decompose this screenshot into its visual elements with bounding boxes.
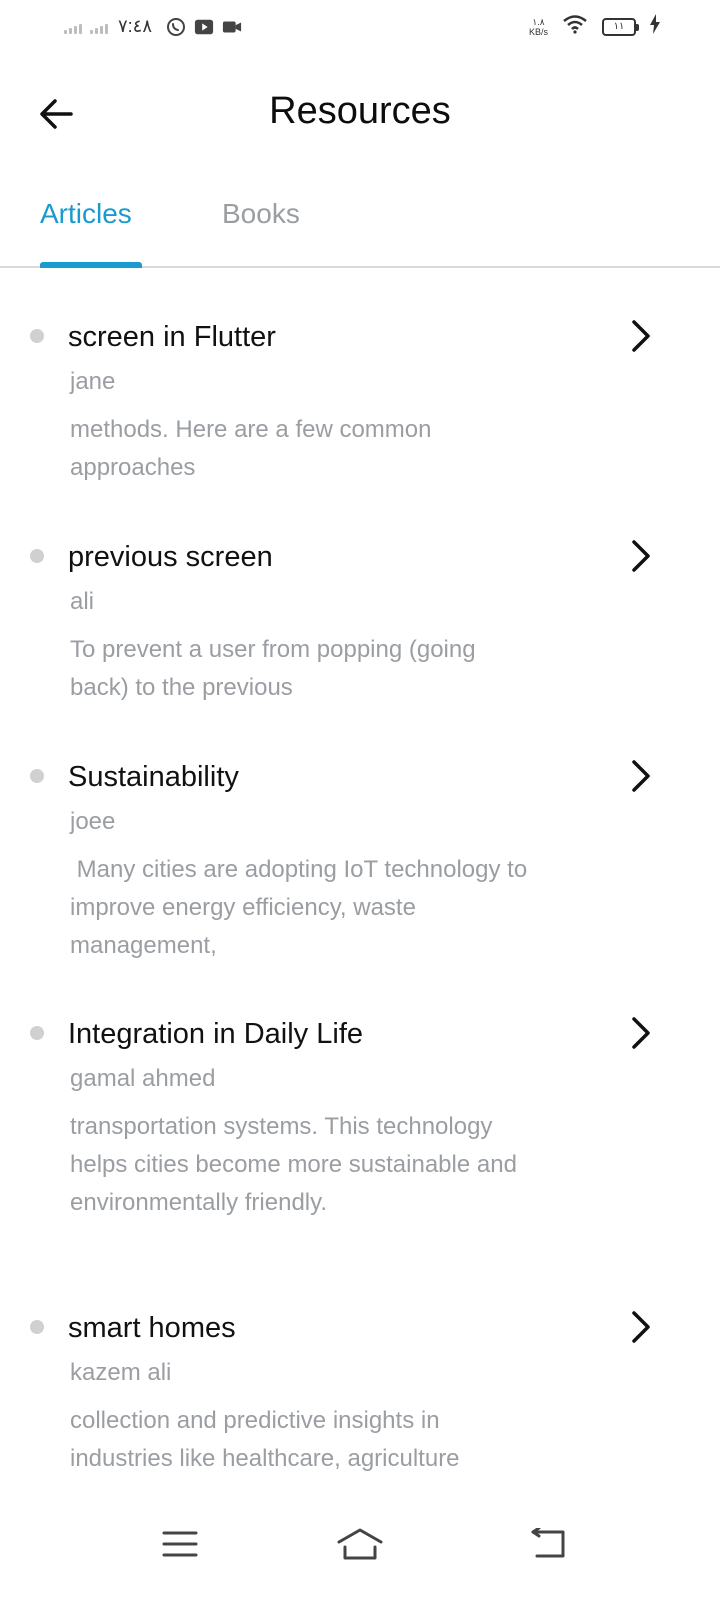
battery-level: ١١ (613, 21, 625, 32)
recent-apps-button[interactable] (156, 1520, 204, 1568)
article-author: ali (70, 588, 95, 615)
status-bar: ٧:٤٨ ١.٨ KB/s ١١ (0, 0, 720, 58)
article-description: Many cities are adopting IoT technology … (70, 856, 534, 959)
list-item[interactable]: screen in Flutter jane methods. Here are… (0, 300, 720, 520)
article-title: Integration in Daily Life (68, 1018, 363, 1050)
network-speed: ١.٨ KB/s (529, 17, 548, 37)
bullet-icon (30, 329, 44, 343)
chevron-right-icon[interactable] (618, 754, 662, 798)
chevron-right-icon[interactable] (618, 1305, 662, 1349)
bullet-icon (30, 1320, 44, 1334)
resources-screen: ٧:٤٨ ١.٨ KB/s ١١ Resources Articles Book… (0, 0, 720, 1600)
article-title: Sustainability (68, 761, 239, 793)
active-tab-indicator (40, 262, 142, 268)
article-author: kazem ali (70, 1359, 172, 1386)
page-title: Resources (269, 90, 451, 132)
article-title: smart homes (68, 1312, 236, 1344)
back-nav-icon (531, 1528, 565, 1558)
system-back-button[interactable] (524, 1520, 572, 1568)
chevron-right-icon[interactable] (618, 1011, 662, 1055)
article-description: collection and predictive insights in in… (70, 1407, 460, 1472)
network-speed-unit: KB/s (528, 26, 548, 37)
article-description: transportation systems. This technology … (70, 1113, 524, 1216)
bullet-icon (30, 769, 44, 783)
chevron-right-icon[interactable] (618, 534, 662, 578)
article-title: previous screen (68, 541, 273, 573)
status-left: ٧:٤٨ (64, 16, 242, 37)
tab-bar: Articles Books (0, 186, 720, 268)
article-title: screen in Flutter (68, 321, 276, 353)
signal-icon-2 (90, 20, 108, 34)
article-description: methods. Here are a few common approache… (70, 416, 439, 481)
list-item[interactable]: Sustainability joee Many cities are adop… (0, 740, 720, 997)
app-bar: Resources (0, 70, 720, 156)
tab-articles[interactable]: Articles (40, 198, 132, 230)
youtube-icon (194, 17, 214, 37)
article-author: gamal ahmed (70, 1065, 216, 1092)
chevron-right-icon[interactable] (618, 314, 662, 358)
network-speed-value: ١.٨ (532, 16, 545, 27)
home-button[interactable] (336, 1520, 384, 1568)
list-item[interactable]: Integration in Daily Life gamal ahmed tr… (0, 997, 720, 1291)
articles-list[interactable]: screen in Flutter jane methods. Here are… (0, 300, 720, 1488)
system-nav-bar (0, 1490, 720, 1600)
status-time: ٧:٤٨ (118, 16, 153, 36)
whatsapp-icon (166, 17, 186, 37)
signal-icon (64, 20, 82, 34)
bullet-icon (30, 549, 44, 563)
wifi-icon (562, 14, 588, 39)
video-icon (222, 17, 242, 37)
home-icon (337, 1528, 383, 1560)
article-author: joee (70, 808, 116, 835)
list-item[interactable]: smart homes kazem ali collection and pre… (0, 1291, 720, 1488)
tab-books[interactable]: Books (222, 198, 300, 230)
status-right: ١.٨ KB/s ١١ (529, 14, 660, 39)
bullet-icon (30, 1026, 44, 1040)
charging-icon (650, 14, 660, 39)
battery-icon: ١١ (602, 17, 639, 36)
menu-icon (162, 1531, 198, 1557)
list-item[interactable]: previous screen ali To prevent a user fr… (0, 520, 720, 740)
article-author: jane (70, 368, 116, 395)
article-description: To prevent a user from popping (going ba… (70, 636, 483, 701)
